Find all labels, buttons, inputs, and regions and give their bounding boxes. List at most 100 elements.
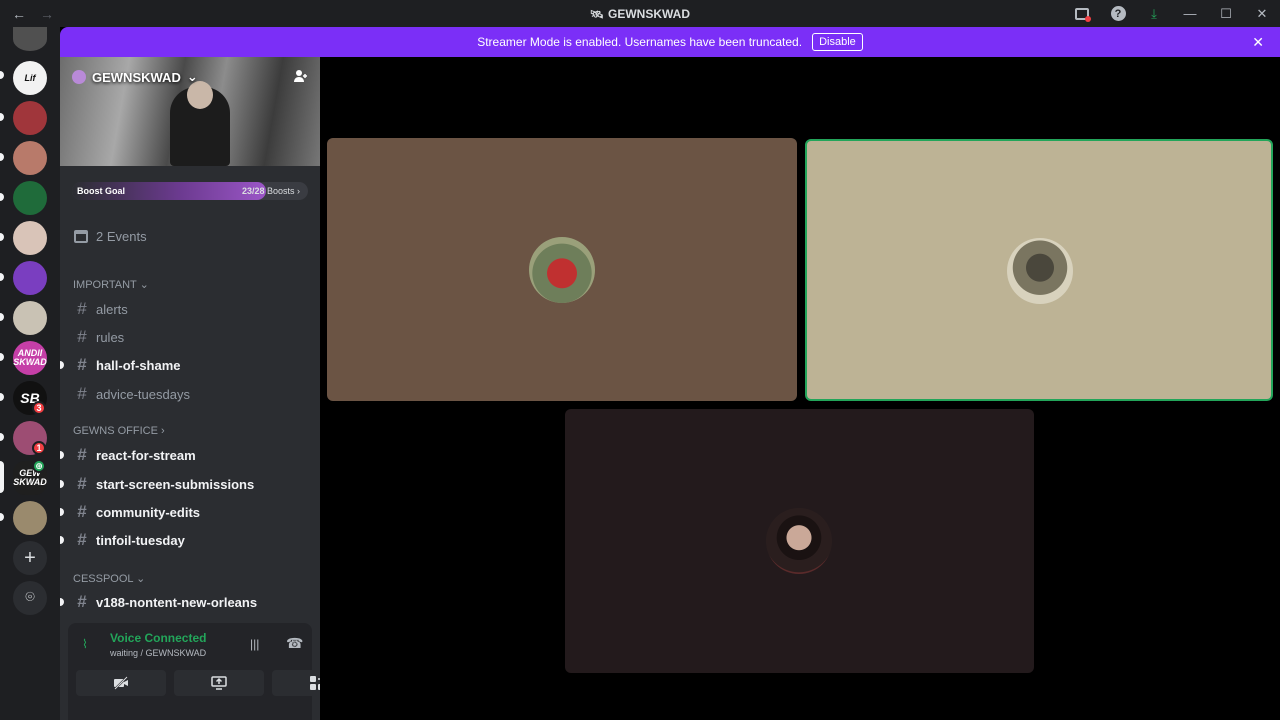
server-icon: 🛰 [590,8,604,21]
channel-label: advice-tuesdays [96,386,190,402]
server-icon-5[interactable] [13,181,47,215]
participant-tile-2[interactable] [805,139,1273,401]
unread-indicator [0,313,4,321]
boost-count: 23/28 Boosts › [241,186,300,196]
channel-community-edits[interactable]: # community-edits [60,499,312,525]
mention-badge: 1 [32,441,46,455]
participant-avatar [529,237,595,303]
back-arrow-icon[interactable]: ← [12,6,26,22]
server-icon-7[interactable] [13,261,47,295]
server-icon-9[interactable]: ANDII SKWAD [13,341,47,375]
disconnect-icon[interactable]: ☎ [286,635,303,652]
category-important[interactable]: IMPORTANT ⌄ [73,278,149,291]
close-icon[interactable]: ✕ [1252,34,1264,51]
mention-badge: 3 [32,401,46,415]
explore-icon[interactable]: ⌾ [13,581,47,615]
participant-avatar [766,508,832,574]
hashtag-icon: # [77,530,87,549]
window-title-text: GEWNSKWAD [607,6,690,21]
invite-icon[interactable] [294,69,308,86]
minimize-icon[interactable]: — [1172,0,1208,27]
hashtag-icon: # [77,299,87,318]
channel-label: v188-nontent-new-orleans [96,594,258,610]
signal-icon[interactable]: ⌇ [82,637,88,651]
boost-label: Boost Goal [77,186,126,196]
boost-goal-bar[interactable]: Boost Goal 23/28 Boosts › [72,182,308,200]
channel-rules[interactable]: # rules [68,324,312,350]
channel-advice-tuesdays[interactable]: # advice-tuesdays [68,381,312,407]
camera-off-icon [114,676,128,690]
unread-indicator [0,433,4,441]
calendar-icon [74,230,88,243]
server-icon-3[interactable] [13,101,47,135]
participant-tile-1[interactable] [327,138,797,401]
unread-indicator [0,513,4,521]
title-bar: ← → 🛰 GEWNSKWAD ? ⤓ — ☐ ✕ [0,0,1280,27]
banner-text: Streamer Mode is enabled. Usernames have… [477,35,803,49]
unread-indicator [0,393,4,401]
channel-label: start-screen-submissions [96,476,255,492]
voice-status[interactable]: Voice Connected [110,631,206,645]
server-banner[interactable]: GEWNSKWAD ⌄ [60,57,320,166]
hashtag-icon: # [77,502,87,521]
channel-alerts[interactable]: # alerts [68,296,312,322]
add-server-icon[interactable]: + [13,541,47,575]
unread-indicator [0,233,4,241]
unread-indicator [0,113,4,121]
unread-indicator [0,153,4,161]
channel-tinfoil-tuesday[interactable]: # tinfoil-tuesday [60,527,312,553]
disable-button[interactable]: Disable [812,33,863,51]
streamer-mode-banner: Streamer Mode is enabled. Usernames have… [60,27,1280,57]
channel-label: community-edits [96,504,201,520]
channel-label: tinfoil-tuesday [96,532,185,548]
help-icon[interactable]: ? [1100,0,1136,27]
category-cesspool[interactable]: CESSPOOL ⌄ [73,572,145,585]
screen-share-icon [211,676,227,690]
server-name-header[interactable]: GEWNSKWAD ⌄ [72,69,198,85]
download-icon[interactable]: ⤓ [1136,0,1172,27]
screen-share-icon[interactable] [1064,0,1100,27]
category-gewns-office[interactable]: GEWNS OFFICE › [73,425,165,437]
voice-badge: ⊕ [32,459,46,473]
channel-hall-of-shame[interactable]: # hall-of-shame [60,352,312,378]
channel-v188-nontent-new-orleans[interactable]: # v188-nontent-new-orleans [60,589,312,615]
server-badge-icon [72,70,86,84]
server-icon-6[interactable] [13,221,47,255]
nav-buttons: ← → [0,6,54,22]
server-icon-1[interactable] [13,27,47,51]
unread-indicator [0,353,4,361]
activities-icon [310,676,320,690]
unread-indicator [0,273,4,281]
forward-arrow-icon[interactable]: → [40,6,54,22]
channel-react-for-stream[interactable]: # react-for-stream [60,442,312,468]
events-item[interactable]: 2 Events [74,229,147,244]
server-icon-13[interactable] [13,501,47,535]
hashtag-icon: # [77,474,87,493]
server-icon-4[interactable] [13,141,47,175]
unread-indicator [0,71,4,79]
hashtag-icon: # [77,355,87,374]
close-icon[interactable]: ✕ [1244,0,1280,27]
screen-share-button[interactable] [174,670,264,696]
channel-sidebar: GEWNSKWAD ⌄ Boost Goal 23/28 Boosts › 2 … [60,57,320,720]
participant-tile-3[interactable] [565,409,1034,673]
activities-button[interactable] [272,670,320,696]
events-label: 2 Events [96,229,147,244]
voice-panel: ⌇ Voice Connected waiting / GEWNSKWAD ||… [68,623,320,720]
server-icon-2[interactable]: Lif [13,61,47,95]
hashtag-icon: # [77,445,87,464]
server-rail: Lif ANDII SKWAD SB 3 1 GEW SKWAD ⊕ + ⌾ [0,27,60,720]
maximize-icon[interactable]: ☐ [1208,0,1244,27]
channel-label: hall-of-shame [96,357,181,373]
selected-indicator [0,461,4,493]
channel-label: react-for-stream [96,447,196,463]
hashtag-icon: # [77,384,87,403]
voice-channel[interactable]: waiting / GEWNSKWAD [110,648,206,658]
hashtag-icon: # [77,327,87,346]
channel-start-screen-submissions[interactable]: # start-screen-submissions [60,471,312,497]
camera-off-button[interactable] [76,670,166,696]
server-icon-8[interactable] [13,301,47,335]
noise-suppression-icon[interactable]: ||| [250,637,259,651]
chevron-down-icon: ⌄ [186,69,198,84]
channel-label: rules [96,329,125,345]
